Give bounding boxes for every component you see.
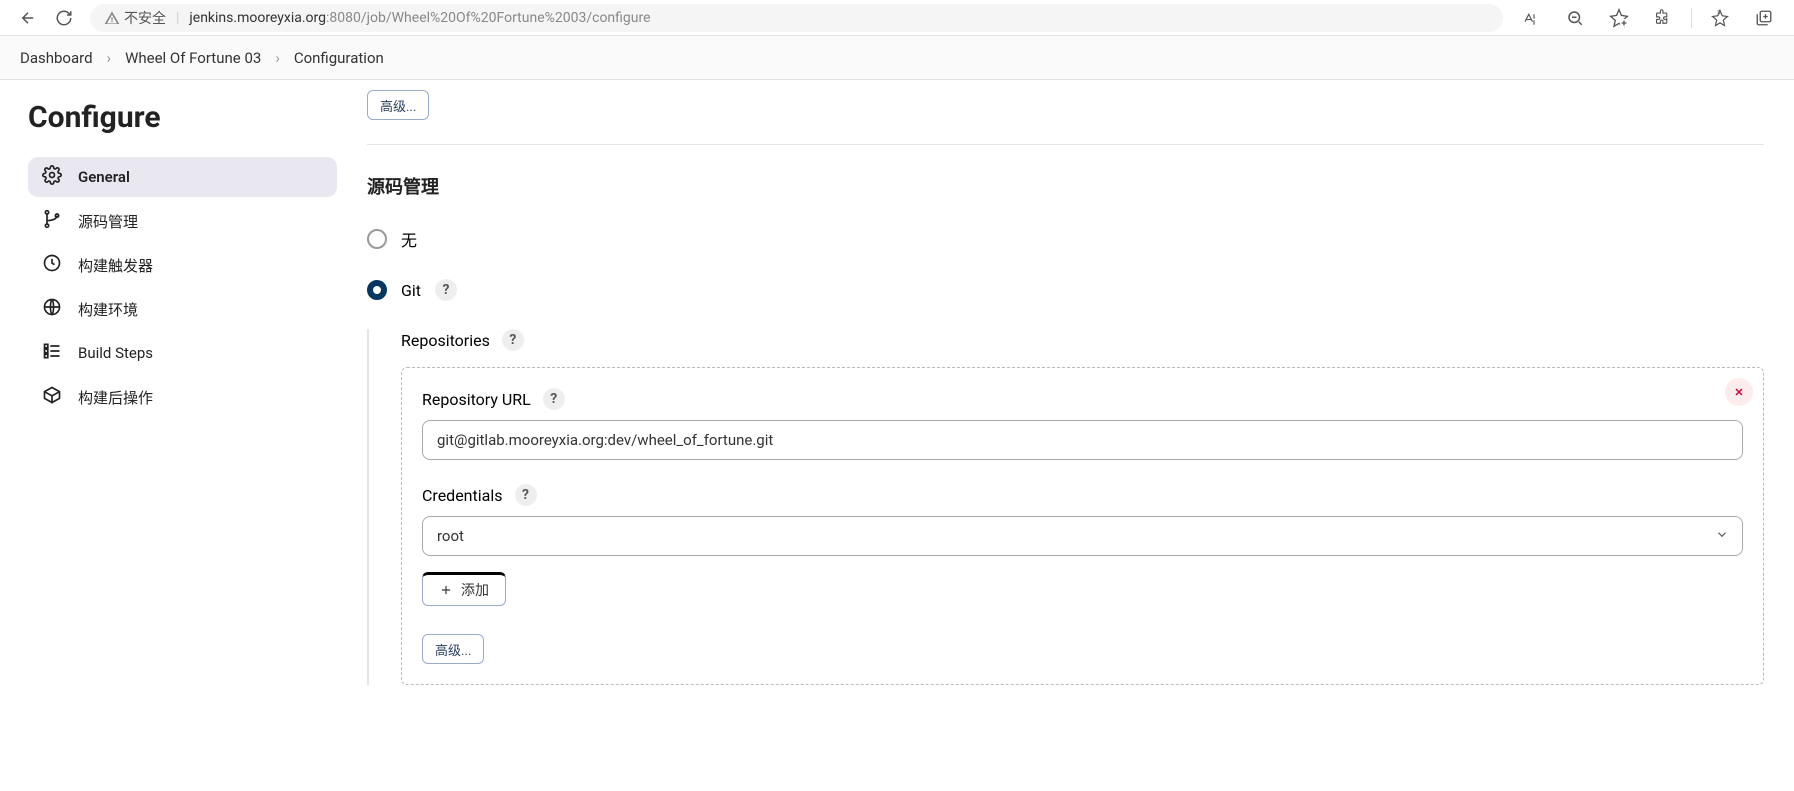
- remove-repo-button[interactable]: [1725, 378, 1753, 406]
- read-aloud-icon[interactable]: [1511, 0, 1551, 36]
- radio-none-label: 无: [401, 227, 417, 251]
- insecure-label: 不安全: [124, 8, 166, 28]
- browser-toolbar: 不安全 | jenkins.mooreyxia.org:8080/job/Whe…: [0, 0, 1794, 36]
- globe-icon: [42, 297, 62, 321]
- add-button-label: 添加: [461, 580, 489, 600]
- browser-right-icons: [1511, 0, 1784, 36]
- sidebar-item-post-build[interactable]: 构建后操作: [28, 377, 337, 417]
- radio-row-none: 无: [367, 227, 1764, 251]
- help-icon[interactable]: ?: [543, 388, 565, 410]
- sidebar: Configure General 源码管理 构建触发器 构建环境: [0, 80, 355, 791]
- sidebar-item-label: General: [78, 168, 130, 186]
- url-path: /job/Wheel%20Of%20Fortune%2003/configure: [361, 10, 651, 26]
- breadcrumb-job[interactable]: Wheel Of Fortune 03: [125, 49, 261, 67]
- credentials-select-wrap: root: [422, 516, 1743, 556]
- section-divider: [367, 144, 1764, 145]
- list-icon: [42, 341, 62, 365]
- radio-git-label: Git: [401, 281, 421, 300]
- git-subsection: Repositories ? Repository URL ? Credenti…: [367, 329, 1764, 685]
- url-separator: |: [176, 10, 179, 26]
- sidebar-item-label: Build Steps: [78, 344, 153, 362]
- section-title-scm: 源码管理: [367, 173, 1764, 199]
- sidebar-item-environment[interactable]: 构建环境: [28, 289, 337, 329]
- chevron-right-icon: ›: [275, 49, 280, 67]
- help-icon[interactable]: ?: [502, 329, 524, 351]
- sidebar-item-label: 构建环境: [78, 299, 138, 320]
- repository-box: Repository URL ? Credentials ? root: [401, 367, 1764, 685]
- sidebar-item-scm[interactable]: 源码管理: [28, 201, 337, 241]
- credentials-label-row: Credentials ?: [422, 484, 1743, 506]
- plus-icon: [439, 583, 453, 597]
- page-title: Configure: [28, 100, 337, 135]
- advanced-button-inner[interactable]: 高级...: [422, 634, 484, 664]
- branch-icon: [42, 209, 62, 233]
- package-icon: [42, 385, 62, 409]
- sidebar-item-label: 构建后操作: [78, 387, 153, 408]
- repositories-label: Repositories: [401, 331, 490, 350]
- breadcrumb-dashboard[interactable]: Dashboard: [20, 49, 93, 67]
- url-host: jenkins.mooreyxia.org: [189, 10, 326, 26]
- warning-icon: [104, 10, 120, 26]
- gear-icon: [42, 165, 62, 189]
- back-button[interactable]: [10, 0, 46, 36]
- clock-icon: [42, 253, 62, 277]
- sidebar-item-label: 源码管理: [78, 211, 138, 232]
- repo-url-input[interactable]: [422, 420, 1743, 460]
- chevron-right-icon: ›: [107, 49, 112, 67]
- help-icon[interactable]: ?: [435, 279, 457, 301]
- extensions-icon[interactable]: [1643, 0, 1683, 36]
- main-content: 高级... 源码管理 无 Git ? Repositories ? Reposi…: [355, 80, 1794, 791]
- url-bar[interactable]: 不安全 | jenkins.mooreyxia.org:8080/job/Whe…: [90, 4, 1503, 32]
- breadcrumb: Dashboard › Wheel Of Fortune 03 › Config…: [0, 36, 1794, 80]
- credentials-label: Credentials: [422, 486, 503, 505]
- sidebar-item-label: 构建触发器: [78, 255, 153, 276]
- advanced-button-top[interactable]: 高级...: [367, 90, 429, 120]
- favorite-add-icon[interactable]: [1599, 0, 1639, 36]
- radio-row-git: Git ?: [367, 279, 1764, 301]
- sidebar-item-build-steps[interactable]: Build Steps: [28, 333, 337, 373]
- insecure-badge: 不安全: [104, 8, 166, 28]
- radio-git[interactable]: [367, 280, 387, 300]
- breadcrumb-configuration[interactable]: Configuration: [294, 49, 384, 67]
- favorites-list-icon[interactable]: [1700, 0, 1740, 36]
- sidebar-item-triggers[interactable]: 构建触发器: [28, 245, 337, 285]
- url-port: :8080: [326, 10, 361, 26]
- refresh-button[interactable]: [46, 0, 82, 36]
- repositories-label-row: Repositories ?: [401, 329, 1764, 351]
- help-icon[interactable]: ?: [515, 484, 537, 506]
- radio-none[interactable]: [367, 229, 387, 249]
- sidebar-item-general[interactable]: General: [28, 157, 337, 197]
- zoom-out-icon[interactable]: [1555, 0, 1595, 36]
- collections-icon[interactable]: [1744, 0, 1784, 36]
- repo-url-label-row: Repository URL ?: [422, 388, 1743, 410]
- add-credentials-button[interactable]: 添加: [422, 572, 506, 606]
- close-icon: [1733, 386, 1745, 398]
- credentials-select[interactable]: root: [422, 516, 1743, 556]
- repo-url-label: Repository URL: [422, 390, 531, 409]
